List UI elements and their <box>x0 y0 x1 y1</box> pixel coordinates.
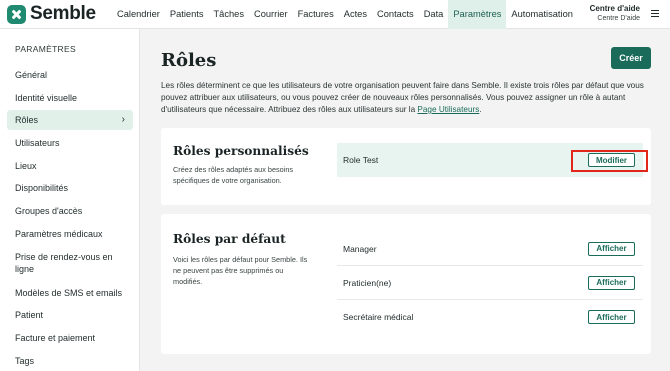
intro-body: Les rôles déterminent ce que les utilisa… <box>161 81 644 114</box>
sidebar-item-patient[interactable]: Patient <box>7 309 133 321</box>
create-role-button[interactable]: Créer <box>611 47 651 69</box>
role-row: Role Test Modifier <box>337 143 643 177</box>
chevron-right-icon: › <box>121 114 125 125</box>
users-page-link[interactable]: Page Utilisateurs <box>417 105 479 114</box>
role-name: Manager <box>343 243 377 254</box>
help-center-title: Centre d'aide <box>589 4 640 13</box>
app-name: Semble <box>30 3 96 24</box>
page-title: Rôles <box>161 50 217 71</box>
default-roles-title: Rôles par défaut <box>173 232 286 246</box>
semble-logo-icon <box>7 4 26 24</box>
nav-item-automatisation[interactable]: Automatisation <box>506 0 578 29</box>
view-role-button[interactable]: Afficher <box>588 310 635 324</box>
custom-roles-description: Créez des rôles adaptés aux besoins spéc… <box>173 165 294 185</box>
modify-role-button[interactable]: Modifier <box>588 153 635 167</box>
nav-item-courrier[interactable]: Courrier <box>249 0 293 29</box>
top-navigation-bar: Semble Calendrier Patients Tâches Courri… <box>0 0 670 29</box>
sidebar-title: PARAMÈTRES <box>15 44 76 54</box>
role-row: Secrétaire médical Afficher <box>337 300 643 334</box>
nav-item-calendrier[interactable]: Calendrier <box>112 0 165 29</box>
default-roles-description: Voici les rôles par défaut pour Semble. … <box>173 255 308 286</box>
roles-intro-text: Les rôles déterminent ce que les utilisa… <box>161 80 656 116</box>
main-nav: Calendrier Patients Tâches Courrier Fact… <box>112 0 578 29</box>
sidebar-item-utilisateurs[interactable]: Utilisateurs <box>7 137 133 149</box>
sidebar-item-label: Rôles <box>15 115 39 125</box>
nav-item-data[interactable]: Data <box>419 0 449 29</box>
sidebar-item-groupes-acces[interactable]: Groupes d'accès <box>7 205 133 217</box>
help-center-link[interactable]: Centre d'aide Centre D'aide <box>590 4 640 22</box>
sidebar-item-disponibilites[interactable]: Disponibilités <box>7 182 133 194</box>
nav-item-contacts[interactable]: Contacts <box>372 0 419 29</box>
settings-sidebar: PARAMÈTRES Général Identité visuelle Rôl… <box>0 29 140 371</box>
help-center-subtitle: Centre D'aide <box>597 15 640 22</box>
custom-roles-title: Rôles personnalisés <box>173 144 309 158</box>
semble-logo[interactable]: Semble <box>7 3 107 25</box>
nav-item-actes[interactable]: Actes <box>339 0 372 29</box>
view-role-button[interactable]: Afficher <box>588 275 635 290</box>
sidebar-item-tags[interactable]: Tags <box>7 355 133 367</box>
main-content: Rôles Créer Les rôles déterminent ce que… <box>141 29 670 371</box>
role-name: Secrétaire médical <box>343 312 414 322</box>
sidebar-item-facture-paiement[interactable]: Facture et paiement <box>7 332 133 344</box>
role-name: Praticien(ne) <box>343 277 392 288</box>
nav-item-factures[interactable]: Factures <box>293 0 339 29</box>
sidebar-item-identite-visuelle[interactable]: Identité visuelle <box>7 92 133 104</box>
nav-item-parametres[interactable]: Paramètres <box>448 0 507 29</box>
intro-end: . <box>479 105 482 114</box>
hamburger-menu-icon[interactable] <box>651 10 659 17</box>
nav-item-patients[interactable]: Patients <box>165 0 209 29</box>
default-roles-card: Rôles par défaut Voici les rôles par déf… <box>161 214 651 354</box>
custom-roles-card: Rôles personnalisés Créez des rôles adap… <box>161 128 651 205</box>
sidebar-item-parametres-medicaux[interactable]: Paramètres médicaux <box>7 228 133 240</box>
view-role-button[interactable]: Afficher <box>588 241 635 256</box>
nav-item-taches[interactable]: Tâches <box>208 0 249 29</box>
sidebar-item-roles[interactable]: Rôles › <box>7 110 133 130</box>
role-row: Praticien(ne) Afficher <box>337 266 643 300</box>
role-name: Role Test <box>343 155 379 165</box>
sidebar-item-modeles-sms-emails[interactable]: Modèles de SMS et emails <box>7 287 133 299</box>
sidebar-item-prise-rdv-en-ligne[interactable]: Prise de rendez-vous en ligne <box>7 251 133 275</box>
sidebar-item-general[interactable]: Général <box>7 69 133 81</box>
sidebar-item-lieux[interactable]: Lieux <box>7 160 133 172</box>
role-row: Manager Afficher <box>337 232 643 266</box>
